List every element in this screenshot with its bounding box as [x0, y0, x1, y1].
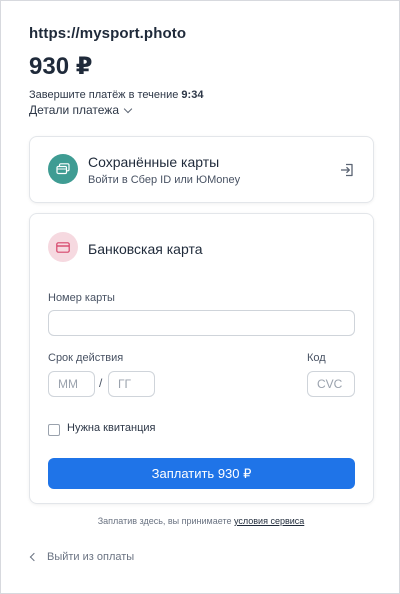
- receipt-checkbox[interactable]: [48, 424, 60, 436]
- bank-card-form: Банковская карта Номер карты Срок действ…: [29, 213, 374, 504]
- exit-label: Выйти из оплаты: [47, 551, 135, 563]
- chevron-left-icon: [29, 552, 39, 562]
- expiry-label: Срок действия: [48, 352, 124, 364]
- saved-cards-title: Сохранённые карты: [88, 154, 220, 170]
- exit-payment-link[interactable]: Выйти из оплаты: [29, 551, 135, 563]
- terms-notice: Заплатив здесь, вы принимаете условия се…: [1, 516, 400, 526]
- payment-details-toggle[interactable]: Детали платежа: [29, 103, 133, 117]
- card-number-label: Номер карты: [48, 292, 115, 304]
- terms-text: Заплатив здесь, вы принимаете: [97, 516, 232, 526]
- saved-cards-option[interactable]: Сохранённые карты Войти в Сбер ID или ЮM…: [29, 136, 374, 203]
- payment-page: https://mysport.photo 930 ₽ Завершите пл…: [0, 0, 400, 594]
- credit-card-icon: [48, 232, 78, 262]
- bank-card-title: Банковская карта: [88, 241, 203, 257]
- pay-button[interactable]: Заплатить 930 ₽: [48, 458, 355, 489]
- details-label: Детали платежа: [29, 103, 119, 117]
- expiry-month-input[interactable]: [48, 371, 95, 397]
- cvc-input[interactable]: [307, 371, 355, 397]
- timer-value: 9:34: [181, 89, 204, 101]
- expiry-separator: /: [99, 376, 103, 390]
- chevron-down-icon: [123, 104, 133, 113]
- payment-header: https://mysport.photo 930 ₽ Завершите пл…: [29, 25, 379, 119]
- card-number-input[interactable]: [48, 310, 355, 336]
- login-arrow-icon[interactable]: [339, 162, 355, 183]
- expiry-year-input[interactable]: [108, 371, 155, 397]
- merchant-site: https://mysport.photo: [29, 25, 187, 42]
- saved-cards-subtitle: Войти в Сбер ID или ЮMoney: [88, 174, 241, 186]
- cards-icon: [48, 154, 78, 184]
- cvc-label: Код: [307, 352, 326, 364]
- terms-link[interactable]: условия сервиса: [234, 516, 304, 526]
- timer-text: Завершите платёж в течение: [29, 89, 179, 101]
- payment-amount: 930 ₽: [29, 53, 93, 80]
- payment-timer: Завершите платёж в течение 9:34: [29, 89, 379, 101]
- receipt-label[interactable]: Нужна квитанция: [67, 422, 155, 434]
